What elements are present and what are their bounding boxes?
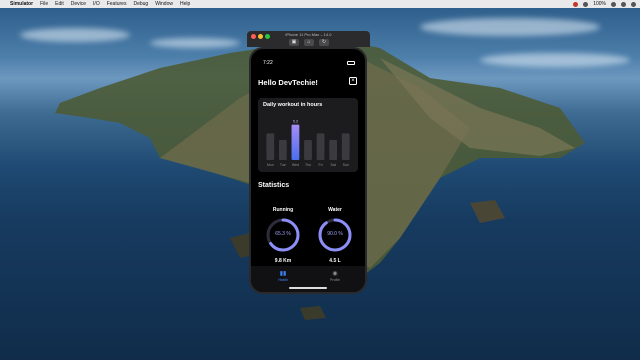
greeting-title: Hello DevTechie!	[258, 78, 318, 87]
home-icon[interactable]: ⌂	[304, 39, 314, 46]
tab-health[interactable]: ▮▮ Health	[263, 270, 303, 282]
menu-features[interactable]: Features	[107, 1, 127, 7]
menu-window[interactable]: Window	[155, 1, 173, 7]
stat-label: Running	[272, 207, 294, 213]
chart-icon: ▮▮	[279, 271, 287, 277]
bar-wed[interactable]	[291, 124, 300, 160]
x-tick-label: Tue	[280, 163, 286, 167]
x-tick-label: Sat	[331, 163, 336, 167]
menu-extras: 100%	[573, 0, 636, 8]
stat-value: 9.8 Km	[274, 258, 292, 264]
stat-running: Running 65.3 % 9.8 Km	[263, 207, 303, 264]
bar-fri[interactable]	[316, 133, 325, 160]
control-center-icon[interactable]	[631, 1, 636, 7]
x-tick-label: Mon	[267, 163, 274, 167]
close-icon[interactable]: ×	[349, 77, 357, 85]
record-icon[interactable]	[573, 1, 579, 7]
stat-water: Water 90.0 % 4.5 L	[315, 207, 355, 264]
x-tick-label: Fri	[319, 163, 323, 167]
window-title: iPhone 11 Pro Max – 14.0	[285, 32, 332, 37]
bar-value-label: 5.3	[293, 120, 298, 124]
battery-percent: 100%	[593, 1, 606, 7]
screenshot-icon[interactable]: ▣	[289, 39, 299, 46]
menu-io[interactable]: I/O	[93, 1, 100, 7]
home-indicator	[289, 287, 327, 289]
stat-percent: 90.0 %	[327, 231, 343, 237]
tab-label: Profile	[330, 278, 340, 282]
menu-app-name[interactable]: Simulator	[10, 1, 33, 7]
workout-bar-chart: Mon Tue Wed 5.3 Thu Fri Sat Sun	[266, 120, 350, 167]
battery-icon[interactable]	[611, 1, 616, 7]
statistics-title: Statistics	[258, 182, 290, 189]
stat-label: Water	[328, 207, 342, 213]
workout-chart-card: Daily workout in hours Mon Tue Wed 5.3 Thu Fr…	[258, 98, 358, 172]
simulator-titlebar: iPhone 11 Pro Max – 14.0 ▣ ⌂ ↻	[247, 31, 370, 47]
menu-bar: Simulator File Edit Device I/O Features …	[0, 0, 640, 8]
running-progress-ring: 65.3 %	[265, 217, 301, 253]
menu-edit[interactable]: Edit	[55, 1, 64, 7]
tab-bar: ▮▮ Health ◉ Profile	[251, 266, 365, 292]
bar-sun[interactable]	[341, 133, 350, 160]
bar-mon[interactable]	[266, 133, 275, 160]
search-icon[interactable]	[621, 1, 626, 7]
stat-percent: 65.3 %	[275, 231, 291, 237]
menu-file[interactable]: File	[40, 1, 48, 7]
bar-sat[interactable]	[329, 140, 338, 160]
wifi-icon[interactable]	[583, 1, 589, 7]
bar-tue[interactable]	[278, 140, 287, 160]
status-time: 7:22	[263, 60, 273, 66]
x-tick-label: Wed	[292, 163, 299, 167]
menu-device[interactable]: Device	[71, 1, 86, 7]
phone-notch	[281, 49, 335, 57]
person-icon: ◉	[332, 271, 338, 277]
x-tick-label: Thu	[305, 163, 311, 167]
x-tick-label: Sun	[343, 163, 349, 167]
battery-icon	[347, 61, 355, 65]
stat-value: 4.5 L	[329, 258, 341, 264]
water-progress-ring: 90.0 %	[317, 217, 353, 253]
menu-debug[interactable]: Debug	[133, 1, 148, 7]
rotate-icon[interactable]: ↻	[319, 39, 329, 46]
bar-thu[interactable]	[304, 140, 312, 160]
menu-help[interactable]: Help	[180, 1, 190, 7]
iphone-screen: 7:22 Hello DevTechie! × Daily workout in…	[249, 47, 367, 294]
tab-profile[interactable]: ◉ Profile	[315, 270, 355, 282]
tab-label: Health	[277, 278, 289, 282]
